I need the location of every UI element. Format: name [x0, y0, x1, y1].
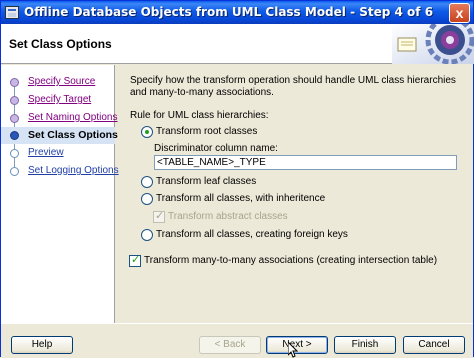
step-preview[interactable]: Preview [1, 145, 115, 162]
window-title: Offline Database Objects from UML Class … [24, 5, 434, 19]
mouse-pointer-icon [288, 342, 298, 358]
checkbox-transform-abstract-classes[interactable] [153, 209, 165, 223]
step-dot-icon [10, 167, 19, 176]
step-label: Set Logging Options [28, 165, 119, 176]
step-visited-dot-icon [10, 78, 19, 87]
step-set-class-options[interactable]: Set Class Options [1, 127, 118, 144]
wizard-window: Offline Database Objects from UML Class … [0, 0, 474, 358]
step-specify-source[interactable]: Specify Source [1, 74, 115, 91]
back-button[interactable]: < Back [199, 336, 261, 354]
finish-button[interactable]: Finish [334, 336, 396, 354]
wizard-footer: Help < Back Next > Finish Cancel [1, 323, 473, 357]
help-button[interactable]: Help [11, 336, 73, 354]
step-set-logging-options[interactable]: Set Logging Options [1, 163, 119, 180]
radio-label: Transform leaf classes [156, 176, 257, 187]
wizard-banner-graphic [392, 24, 474, 64]
discriminator-label: Discriminator column name: [154, 143, 278, 154]
cancel-button[interactable]: Cancel [403, 336, 465, 354]
checkbox-label: Transform many-to-many associations (cre… [144, 255, 438, 266]
page-title: Set Class Options [9, 37, 112, 51]
step-dot-icon [10, 149, 19, 158]
radio-transform-leaf-classes[interactable] [141, 176, 153, 188]
close-icon[interactable]: x [449, 3, 470, 23]
step-label: Specify Target [28, 94, 92, 105]
step-label: Preview [28, 147, 64, 158]
radio-label: Transform root classes [156, 126, 258, 137]
step-set-naming-options[interactable]: Set Naming Options [1, 110, 118, 127]
step-content: Specify how the transform operation shou… [116, 65, 473, 323]
checkbox-many-to-many[interactable] [129, 253, 141, 267]
radio-transform-root-classes[interactable] [141, 126, 153, 138]
step-visited-dot-icon [10, 96, 19, 105]
hierarchy-rule-label: Rule for UML class hierarchies: [130, 110, 269, 121]
wizard-steps-panel: Specify Source Specify Target Set Naming… [1, 65, 119, 323]
discriminator-column-input[interactable]: <TABLE_NAME>_TYPE [154, 155, 457, 170]
step-visited-dot-icon [10, 114, 19, 123]
checkbox-label: Transform abstract classes [168, 211, 288, 222]
step-label: Set Class Options [28, 129, 118, 141]
step-specify-target[interactable]: Specify Target [1, 92, 115, 109]
radio-transform-foreign-keys[interactable] [141, 229, 153, 241]
radio-label: Transform all classes, with inheritence [156, 193, 326, 204]
step-label: Specify Source [28, 76, 96, 87]
title-bar[interactable]: Offline Database Objects from UML Class … [1, 1, 473, 24]
radio-label: Transform all classes, creating foreign … [156, 229, 348, 240]
radio-transform-with-inheritance[interactable] [141, 193, 153, 205]
app-icon [5, 6, 19, 19]
wizard-header: Set Class Options [1, 24, 474, 64]
step-current-dot-icon [10, 131, 19, 140]
step-description: Specify how the transform operation shou… [130, 75, 456, 98]
step-label: Set Naming Options [28, 112, 118, 123]
